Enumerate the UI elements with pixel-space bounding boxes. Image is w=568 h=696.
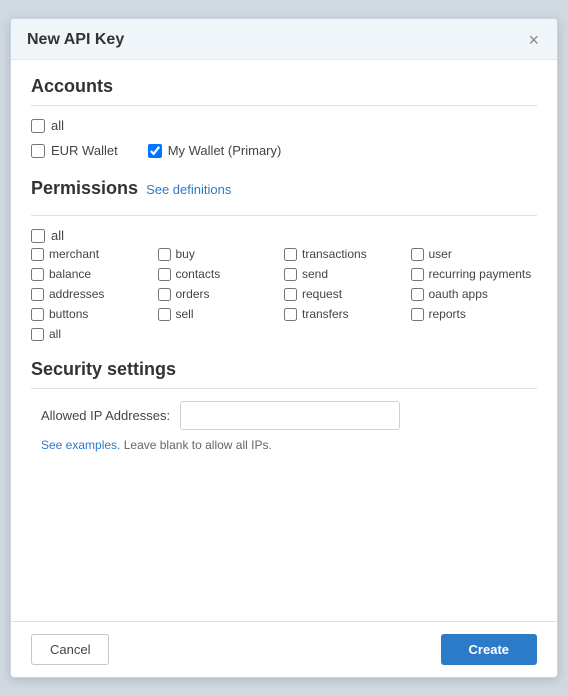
perm-recurring-checkbox[interactable] — [411, 268, 424, 281]
perm-orders-checkbox[interactable] — [158, 288, 171, 301]
perm-recurring-label[interactable]: recurring payments — [429, 267, 532, 281]
perm-send-label[interactable]: send — [302, 267, 328, 281]
perm-transactions-label[interactable]: transactions — [302, 247, 367, 261]
permissions-title: Permissions — [31, 178, 138, 199]
perm-all2-checkbox[interactable] — [31, 328, 44, 341]
perm-merchant-label[interactable]: merchant — [49, 247, 99, 261]
ip-hint-text: Leave blank to allow all IPs. — [120, 438, 271, 452]
permissions-header: Permissions See definitions — [31, 178, 537, 207]
perm-user-checkbox[interactable] — [411, 248, 424, 261]
perms-col-2: buy contacts orders sell — [158, 247, 285, 341]
permissions-divider — [31, 215, 537, 216]
perm-request-label[interactable]: request — [302, 287, 342, 301]
perm-merchant-checkbox[interactable] — [31, 248, 44, 261]
perm-reports: reports — [411, 307, 538, 321]
perm-balance-checkbox[interactable] — [31, 268, 44, 281]
perm-sell: sell — [158, 307, 285, 321]
accounts-all-checkbox[interactable] — [31, 119, 45, 133]
security-section: Security settings Allowed IP Addresses: … — [31, 359, 537, 452]
perm-transfers-checkbox[interactable] — [284, 308, 297, 321]
modal-footer: Cancel Create — [11, 621, 557, 677]
my-wallet-row: My Wallet (Primary) — [148, 143, 282, 158]
perm-request-checkbox[interactable] — [284, 288, 297, 301]
perm-send: send — [284, 267, 411, 281]
perms-col-3: transactions send request transfers — [284, 247, 411, 341]
perm-orders: orders — [158, 287, 285, 301]
accounts-grid: all EUR Wallet My Wallet (Primary) — [31, 118, 537, 164]
perm-merchant: merchant — [31, 247, 158, 261]
perm-balance: balance — [31, 267, 158, 281]
perm-oauth-checkbox[interactable] — [411, 288, 424, 301]
permissions-all-checkbox[interactable] — [31, 229, 45, 243]
cancel-button[interactable]: Cancel — [31, 634, 109, 665]
perms-col-1: merchant balance addresses buttons — [31, 247, 158, 341]
permissions-all-label[interactable]: all — [51, 228, 64, 243]
perm-buy: buy — [158, 247, 285, 261]
modal-body: Accounts all EUR Wallet My Wallet (Prima… — [11, 60, 557, 621]
accounts-divider — [31, 105, 537, 106]
accounts-section: Accounts all EUR Wallet My Wallet (Prima… — [31, 76, 537, 164]
perm-all2-label[interactable]: all — [49, 327, 61, 341]
permissions-section: Permissions See definitions all merchant — [31, 178, 537, 341]
ip-input[interactable] — [180, 401, 400, 430]
perm-send-checkbox[interactable] — [284, 268, 297, 281]
perms-col-4: user recurring payments oauth apps repor… — [411, 247, 538, 341]
perm-orders-label[interactable]: orders — [176, 287, 210, 301]
ip-label: Allowed IP Addresses: — [41, 408, 170, 423]
eur-wallet-checkbox[interactable] — [31, 144, 45, 158]
perm-transactions: transactions — [284, 247, 411, 261]
my-wallet-checkbox[interactable] — [148, 144, 162, 158]
perm-reports-checkbox[interactable] — [411, 308, 424, 321]
perm-transactions-checkbox[interactable] — [284, 248, 297, 261]
security-title: Security settings — [31, 359, 537, 380]
perm-addresses-checkbox[interactable] — [31, 288, 44, 301]
modal-header: New API Key × — [11, 19, 557, 60]
perm-buttons: buttons — [31, 307, 158, 321]
perm-transfers: transfers — [284, 307, 411, 321]
perm-buttons-checkbox[interactable] — [31, 308, 44, 321]
perm-reports-label[interactable]: reports — [429, 307, 466, 321]
eur-wallet-label[interactable]: EUR Wallet — [51, 143, 118, 158]
perm-user-label[interactable]: user — [429, 247, 452, 261]
perm-buy-checkbox[interactable] — [158, 248, 171, 261]
close-button[interactable]: × — [526, 31, 541, 49]
accounts-title: Accounts — [31, 76, 537, 97]
wallets-row: EUR Wallet My Wallet (Primary) — [31, 143, 537, 164]
accounts-all-label[interactable]: all — [51, 118, 64, 133]
perm-balance-label[interactable]: balance — [49, 267, 91, 281]
eur-wallet-row: EUR Wallet — [31, 143, 118, 158]
perm-request: request — [284, 287, 411, 301]
my-wallet-label[interactable]: My Wallet (Primary) — [168, 143, 282, 158]
see-definitions-link[interactable]: See definitions — [146, 182, 231, 197]
modal-title: New API Key — [27, 31, 124, 49]
perm-contacts-label[interactable]: contacts — [176, 267, 221, 281]
perm-user: user — [411, 247, 538, 261]
perm-addresses-label[interactable]: addresses — [49, 287, 104, 301]
security-divider — [31, 388, 537, 389]
create-button[interactable]: Create — [441, 634, 537, 665]
perm-recurring-payments: recurring payments — [411, 267, 538, 281]
perm-contacts-checkbox[interactable] — [158, 268, 171, 281]
permissions-all-row: all — [31, 228, 537, 243]
perm-sell-checkbox[interactable] — [158, 308, 171, 321]
perm-buy-label[interactable]: buy — [176, 247, 195, 261]
ip-row: Allowed IP Addresses: — [41, 401, 537, 430]
accounts-all-row: all — [31, 118, 537, 133]
perm-oauth-label[interactable]: oauth apps — [429, 287, 488, 301]
see-examples-link[interactable]: See examples. — [41, 438, 120, 452]
ip-hint: See examples. Leave blank to allow all I… — [41, 438, 537, 452]
perm-addresses: addresses — [31, 287, 158, 301]
perm-transfers-label[interactable]: transfers — [302, 307, 349, 321]
perm-contacts: contacts — [158, 267, 285, 281]
perm-buttons-label[interactable]: buttons — [49, 307, 88, 321]
perm-oauth-apps: oauth apps — [411, 287, 538, 301]
perm-all2: all — [31, 327, 158, 341]
perm-sell-label[interactable]: sell — [176, 307, 194, 321]
new-api-key-modal: New API Key × Accounts all EUR Wallet — [10, 18, 558, 678]
permissions-columns: merchant balance addresses buttons — [31, 247, 537, 341]
